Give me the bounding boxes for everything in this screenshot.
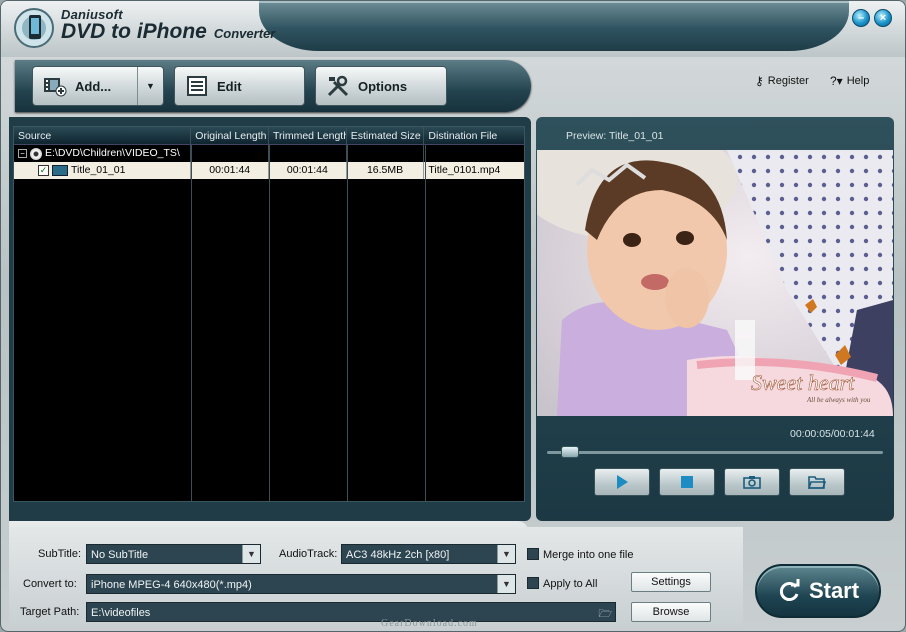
refresh-icon (779, 579, 800, 601)
title-decoration (259, 1, 849, 51)
column-divider (347, 145, 348, 501)
column-destination-file[interactable]: Distination File (424, 127, 524, 144)
column-estimated-size[interactable]: Estimated Size (347, 127, 425, 144)
play-button[interactable] (594, 468, 650, 496)
help-icon: ?▾ (830, 74, 843, 88)
merge-checkbox[interactable] (527, 548, 539, 560)
title-name: Title_01_01 (71, 164, 126, 176)
edit-list-icon (185, 74, 209, 98)
start-button[interactable]: Start (755, 564, 881, 618)
folder-path: E:\DVD\Children\VIDEO_TS\ (45, 147, 180, 159)
key-icon: ⚷ (755, 74, 764, 88)
preview-frame: Sweet heart All be always with you (537, 150, 893, 416)
title-checkbox[interactable]: ✓ (38, 165, 49, 176)
register-label: Register (767, 75, 809, 87)
target-path-value: E:\videofiles (91, 607, 151, 619)
toolbar: Add... ▼ Edit Options (15, 60, 531, 112)
seek-slider[interactable] (547, 451, 883, 454)
add-dropdown-icon[interactable]: ▼ (137, 67, 163, 105)
file-list[interactable]: Source Original Length Trimmed Length Es… (13, 126, 525, 502)
options-button-label: Options (358, 78, 408, 94)
video-folder-icon (52, 165, 68, 176)
edit-button[interactable]: Edit (174, 66, 305, 106)
chevron-down-icon[interactable]: ▼ (242, 545, 260, 563)
preview-image: Sweet heart All be always with you (537, 150, 893, 416)
disc-icon (30, 147, 42, 160)
convert-select[interactable]: iPhone MPEG-4 640x480(*.mp4) ▼ (86, 574, 516, 594)
start-label: Start (808, 578, 860, 603)
app-title: Daniusoft DVD to iPhone Converter (61, 7, 275, 44)
help-label: Help (846, 75, 870, 87)
merge-label: Merge into one file (543, 549, 634, 561)
overlay-subtext: All be always with you (806, 396, 871, 404)
app-window: Daniusoft DVD to iPhone Converter – × Ad… (0, 0, 906, 632)
destination-file: Title_0101.mp4 (428, 164, 501, 176)
open-folder-button[interactable] (789, 468, 845, 496)
column-divider (191, 145, 192, 501)
convert-label: Convert to: (23, 578, 77, 590)
timecode: 00:00:05/00:01:44 (790, 428, 875, 440)
column-divider (269, 145, 270, 501)
collapse-icon[interactable]: − (18, 149, 27, 158)
minimize-button[interactable]: – (852, 9, 870, 27)
app-logo-icon (14, 8, 54, 48)
original-length: 00:01:44 (191, 162, 270, 179)
apply-all-checkbox[interactable] (527, 577, 539, 589)
chevron-down-icon[interactable]: ▼ (497, 545, 515, 563)
settings-button[interactable]: Settings (631, 572, 711, 592)
close-button[interactable]: × (874, 9, 892, 27)
subtitle-label: SubTitle: (38, 548, 82, 560)
preview-title: Preview: Title_01_01 (566, 130, 664, 142)
watermark: GearDownload.com (381, 618, 478, 629)
stop-icon (681, 476, 693, 488)
folder-icon (808, 476, 826, 489)
help-link[interactable]: ?▾ Help (830, 74, 869, 88)
product-suffix: Converter (213, 26, 276, 41)
camera-icon (743, 476, 761, 489)
convert-value: iPhone MPEG-4 640x480(*.mp4) (91, 579, 252, 591)
seek-slider-thumb[interactable] (561, 446, 579, 458)
add-button-label: Add... (75, 78, 112, 94)
add-film-icon (43, 74, 67, 98)
column-source[interactable]: Source (14, 127, 192, 144)
play-icon (617, 475, 628, 489)
open-folder-icon[interactable]: 🗁 (598, 604, 612, 624)
trimmed-length: 00:01:44 (269, 162, 347, 179)
column-original-length[interactable]: Original Length (191, 127, 269, 144)
options-button[interactable]: Options (315, 66, 447, 106)
sweet-heart-overlay: Sweet heart (751, 370, 855, 395)
browse-button[interactable]: Browse (631, 602, 711, 622)
target-label: Target Path: (20, 606, 80, 618)
audiotrack-value: AC3 48kHz 2ch [x80] (346, 549, 450, 561)
audiotrack-select[interactable]: AC3 48kHz 2ch [x80] ▼ (341, 544, 516, 564)
snapshot-button[interactable] (724, 468, 780, 496)
target-path-field[interactable]: E:\videofiles 🗁 (86, 602, 616, 622)
stop-button[interactable] (659, 468, 715, 496)
estimated-size: 16.5MB (347, 162, 425, 179)
column-divider (425, 145, 426, 501)
apply-all-label: Apply to All (543, 578, 598, 590)
column-trimmed-length[interactable]: Trimmed Length (269, 127, 347, 144)
subtitle-select[interactable]: No SubTitle ▼ (86, 544, 261, 564)
file-list-header: Source Original Length Trimmed Length Es… (14, 127, 524, 145)
add-button[interactable]: Add... ▼ (32, 66, 164, 106)
register-link[interactable]: ⚷ Register (755, 74, 809, 88)
subtitle-value: No SubTitle (91, 549, 149, 561)
edit-button-label: Edit (217, 78, 242, 94)
tools-icon (326, 74, 350, 98)
product-name: DVD to iPhone (61, 20, 207, 43)
audiotrack-label: AudioTrack: (279, 548, 338, 560)
title-bar: Daniusoft DVD to iPhone Converter – × (1, 1, 905, 57)
chevron-down-icon[interactable]: ▼ (497, 575, 515, 593)
